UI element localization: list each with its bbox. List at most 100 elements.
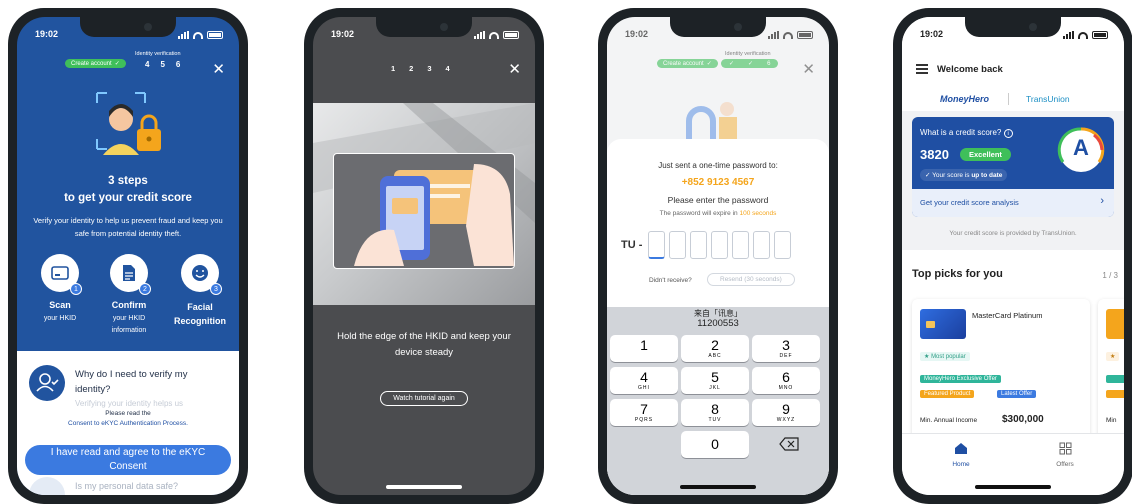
hand-holding-phone-illustration	[354, 164, 514, 266]
status-time: 19:02	[920, 29, 944, 39]
progress-step: 5	[160, 60, 165, 69]
sms-suggestion[interactable]: 来自「讯息」 11200553	[607, 309, 829, 329]
close-icon[interactable]: ✕	[802, 62, 815, 77]
key-7[interactable]: 7 PQRS	[610, 399, 678, 426]
info-icon[interactable]: i	[1003, 129, 1013, 138]
step-subtitle: your HKID	[43, 315, 77, 322]
otp-digit-box[interactable]	[774, 231, 792, 259]
otp-expire-text: The password will expire in 100 seconds	[607, 210, 829, 217]
notch	[965, 17, 1061, 37]
key-5[interactable]: 5 JKL	[681, 367, 749, 394]
check-icon: ✓	[748, 61, 754, 67]
tab-home[interactable]: Home	[936, 442, 986, 468]
hero-description: Verify your identity to help us prevent …	[33, 216, 223, 238]
shield-icon	[29, 477, 65, 495]
most-popular-tag: ★ Most popular	[920, 352, 970, 361]
tab-home-label: Home	[952, 461, 970, 468]
key-4[interactable]: 4 GHI	[610, 367, 678, 394]
key-digit: 6	[782, 369, 790, 385]
check-icon: ✓	[706, 61, 712, 67]
signal-icon	[474, 31, 485, 39]
otp-digit-box[interactable]	[690, 231, 708, 259]
credit-score-card[interactable]: What is a credit score? i 3820 Excellent…	[912, 117, 1114, 217]
status-time: 19:02	[35, 29, 59, 39]
agree-consent-button[interactable]: I have read and agree to the eKYC Consen…	[25, 445, 231, 475]
score-question[interactable]: What is a credit score? i	[920, 128, 1013, 138]
min-income-label: Min. Annual Income	[920, 417, 978, 424]
latest-offer-tag: Latest Offer	[997, 390, 1037, 398]
steps-row: 1 Scan your HKID 2 Confirm your HKID inf…	[29, 254, 233, 337]
key-2[interactable]: 2 ABC	[681, 335, 749, 362]
score-status-prefix: Your score is	[932, 172, 970, 179]
notch	[80, 17, 176, 37]
bottom-tab-bar: Home Offers	[902, 433, 1124, 495]
otp-prefix: TU -	[621, 239, 643, 251]
resend-button[interactable]: Resend (30 seconds)	[707, 273, 795, 286]
close-icon[interactable]: ✕	[212, 62, 225, 77]
otp-digit-box[interactable]	[648, 231, 666, 259]
key-letters: GHI	[638, 385, 650, 391]
sms-code[interactable]: 11200553	[607, 319, 829, 329]
score-rating-badge: Excellent	[960, 148, 1011, 161]
step-facial: 3 Facial Recognition	[167, 254, 233, 337]
faq-why-verify[interactable]: Why do I need to verify my identity?	[75, 367, 217, 397]
signal-icon	[1063, 31, 1074, 39]
dashboard-screen: 19:02 Welcome back MoneyHero TransUnion …	[902, 17, 1124, 495]
credit-analysis-link[interactable]: Get your credit score analysis ›	[912, 189, 1114, 217]
consent-text: Please read the Consent to eKYC Authenti…	[17, 409, 239, 429]
battery-icon	[797, 31, 813, 39]
expire-prefix: The password will expire in	[659, 210, 738, 217]
tab-offers[interactable]: Offers	[1040, 442, 1090, 468]
step-subtitle: your HKID information	[111, 315, 147, 334]
credit-analysis-text: Get your credit score analysis	[920, 198, 1019, 207]
otp-digit-box[interactable]	[732, 231, 750, 259]
score-gauge: A	[1056, 125, 1106, 175]
key-0[interactable]: 0	[681, 431, 749, 458]
home-indicator	[680, 485, 756, 489]
step-badge: 2	[139, 283, 151, 295]
scan-step: 3	[427, 64, 432, 73]
menu-icon[interactable]	[916, 64, 928, 74]
notch	[670, 17, 766, 37]
key-6[interactable]: 6 MNO	[752, 367, 820, 394]
step-title: Facial Recognition	[174, 302, 226, 326]
progress-pill-label: Create account	[71, 60, 112, 67]
document-icon: 2	[110, 254, 151, 295]
star-icon: ★	[924, 354, 930, 360]
score-question-text: What is a credit score?	[920, 128, 1002, 137]
backspace-icon[interactable]	[779, 437, 799, 451]
moneyhero-logo: MoneyHero	[940, 94, 990, 104]
watch-tutorial-button[interactable]: Watch tutorial again	[380, 391, 468, 406]
card-image	[920, 309, 966, 339]
home-indicator	[386, 485, 462, 489]
key-digit: 8	[711, 401, 719, 417]
card-name[interactable]: MasterCard Platinum	[972, 311, 1042, 320]
otp-digit-box[interactable]	[669, 231, 687, 259]
key-digit: 3	[782, 337, 790, 353]
wifi-icon	[1078, 31, 1088, 39]
signal-icon	[768, 31, 779, 39]
home-icon	[955, 443, 967, 454]
consent-sheet: Why do I need to verify my identity? Ver…	[17, 351, 239, 495]
otp-digit-box[interactable]	[711, 231, 729, 259]
faq-data-safe[interactable]: Is my personal data safe?	[75, 481, 225, 491]
step-confirm: 2 Confirm your HKID information	[96, 254, 162, 337]
key-digit: 0	[711, 436, 719, 452]
key-3[interactable]: 3 DEF	[752, 335, 820, 362]
offer-card[interactable]: MasterCard Platinum ★ Most popular Money…	[912, 299, 1090, 447]
consent-link[interactable]: Consent to eKYC Authentication Process.	[17, 419, 239, 429]
faq-answer-faded: Verifying your identity helps us	[75, 399, 184, 408]
scan-step: 4	[445, 64, 450, 73]
close-icon[interactable]: ✕	[508, 62, 521, 77]
key-8[interactable]: 8 TUV	[681, 399, 749, 426]
score-status-value: up to date	[971, 172, 1003, 179]
otp-input-row[interactable]: TU -	[621, 231, 792, 259]
key-1[interactable]: 1	[610, 335, 678, 362]
wifi-icon	[489, 31, 499, 39]
offer-card-next[interactable]: ★ Min	[1098, 299, 1124, 447]
key-9[interactable]: 9 WXYZ	[752, 399, 820, 426]
person-lock-illustration	[96, 92, 161, 155]
title-line-1: 3 steps	[108, 175, 148, 187]
battery-icon	[503, 31, 519, 39]
otp-digit-box[interactable]	[753, 231, 771, 259]
